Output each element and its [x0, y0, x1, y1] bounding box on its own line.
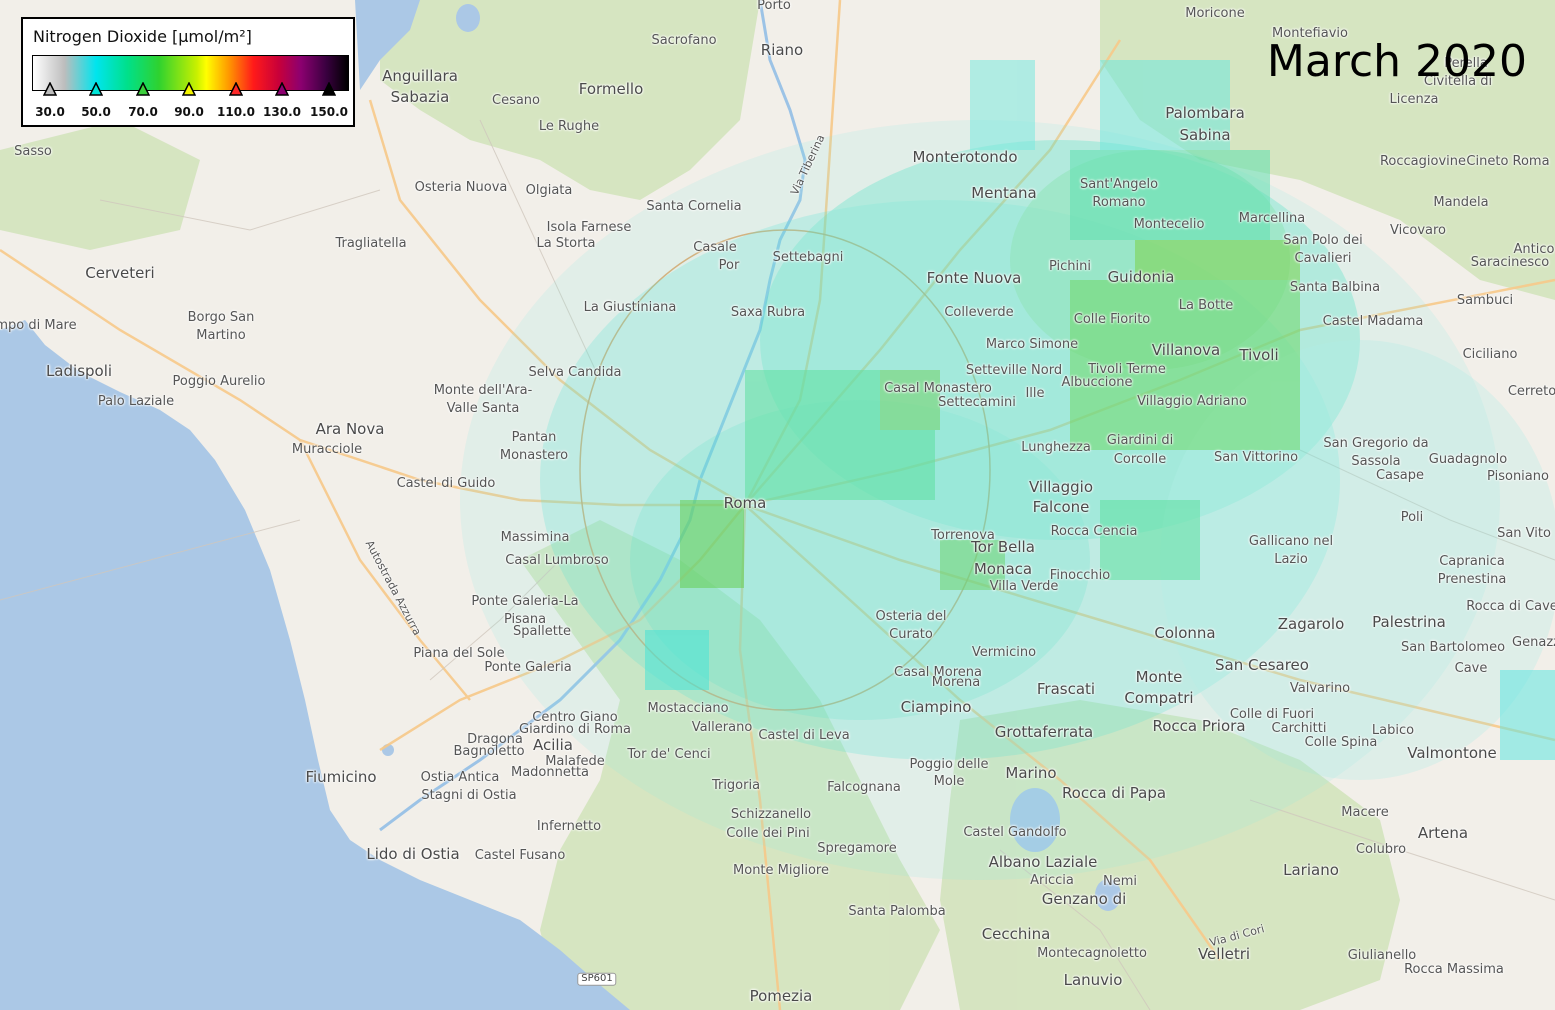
legend-tick-label: 30.0 — [35, 105, 65, 119]
date-label: March 2020 — [1266, 36, 1527, 87]
legend-title: Nitrogen Dioxide [μmol/m²] — [33, 27, 252, 46]
legend-tick-marker — [275, 82, 289, 96]
legend-tick-label: 90.0 — [174, 105, 204, 119]
legend-tick-label: 50.0 — [81, 105, 111, 119]
legend-tick-marker — [182, 82, 196, 96]
legend-tick-marker — [322, 82, 336, 96]
legend-tick-label: 110.0 — [217, 105, 255, 119]
legend-tick-marker — [229, 82, 243, 96]
legend-tick-label: 150.0 — [310, 105, 348, 119]
map-view[interactable]: Porto Moricone Montefiavio Sacrofano Riano An… — [0, 0, 1555, 1010]
legend-tick-label: 130.0 — [263, 105, 301, 119]
legend-tick-label: 70.0 — [128, 105, 158, 119]
legend: Nitrogen Dioxide [μmol/m²] 30.0 50.0 70.0 9… — [21, 17, 355, 127]
basemap — [0, 0, 1555, 1010]
legend-tick-marker — [136, 82, 150, 96]
legend-tick-marker — [89, 82, 103, 96]
legend-tick-marker — [43, 82, 57, 96]
